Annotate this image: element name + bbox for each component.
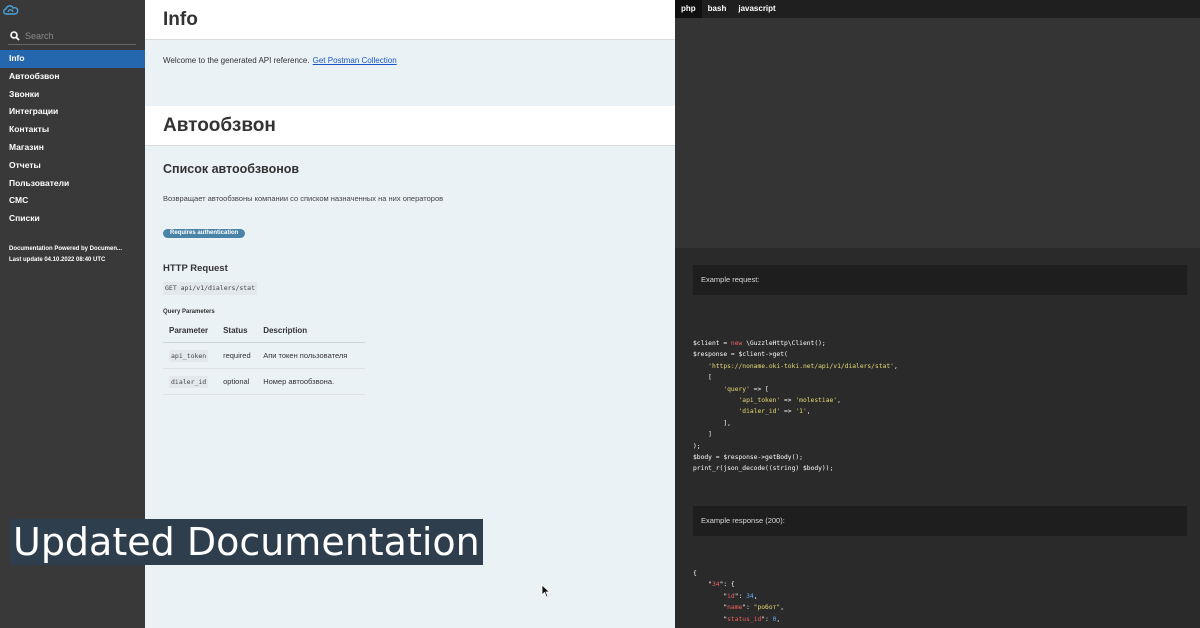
params-header-parameter: Parameter xyxy=(163,320,218,343)
params-table: Parameter Status Description api_token r… xyxy=(163,320,365,395)
example-request-label: Example request: xyxy=(693,265,1187,295)
mouse-cursor-icon xyxy=(541,584,551,598)
info-section-header: Info xyxy=(145,0,675,40)
endpoint-description: Возвращает автообзвоны компании со списк… xyxy=(163,194,444,203)
search-box xyxy=(8,28,136,45)
sidebar-item-sms[interactable]: СМС xyxy=(0,192,145,210)
param-status: required xyxy=(217,342,258,369)
sidebar-item-autodialer[interactable]: Автообзвон xyxy=(0,68,145,86)
sidebar-item-info[interactable]: Info xyxy=(0,50,145,68)
section-title: Автообзвон xyxy=(163,115,276,136)
sidebar-item-contacts[interactable]: Контакты xyxy=(0,121,145,139)
search-input[interactable] xyxy=(25,31,125,41)
postman-collection-link[interactable]: Get Postman Collection xyxy=(313,56,397,65)
example-response-label: Example response (200): xyxy=(693,506,1187,536)
code-panel-top xyxy=(675,18,1200,248)
auth-badge: Requires authentication xyxy=(163,229,246,238)
params-header-row: Parameter Status Description xyxy=(163,320,365,343)
sidebar-item-calls[interactable]: Звонки xyxy=(0,86,145,104)
autodialer-section-header: Автообзвон xyxy=(145,106,675,146)
sidebar-item-users[interactable]: Пользователи xyxy=(0,175,145,193)
caption-overlay: Updated Documentation xyxy=(10,519,483,565)
param-name: api_token xyxy=(169,349,209,362)
table-row: dialer_id optional Номер автообзвона. xyxy=(163,368,365,395)
params-header-status: Status xyxy=(217,320,258,343)
query-params-title: Query Parameters xyxy=(163,309,215,315)
param-description: Номер автообзвона. xyxy=(257,368,365,395)
powered-by-text[interactable]: Documentation Powered by Documen... xyxy=(9,244,141,255)
param-name: dialer_id xyxy=(169,375,209,388)
last-update-text: Last update 04.10.2022 08:40 UTC xyxy=(9,257,106,263)
params-header-description: Description xyxy=(257,320,365,343)
welcome-label: Welcome to the generated API reference. xyxy=(163,56,310,65)
example-request-code: $client = new \GuzzleHttp\Client(); $res… xyxy=(693,340,898,473)
welcome-text: Welcome to the generated API reference. G… xyxy=(163,56,397,65)
endpoint-title: Список автообзвонов xyxy=(163,162,300,176)
sidebar-item-reports[interactable]: Отчеты xyxy=(0,157,145,175)
info-title: Info xyxy=(163,9,198,30)
sidebar-nav: Info Автообзвон Звонки Интеграции Контак… xyxy=(0,50,145,228)
param-description: Апи токен пользователя xyxy=(257,342,365,369)
table-row: api_token required Апи токен пользовател… xyxy=(163,342,365,369)
tab-javascript[interactable]: javascript xyxy=(732,0,781,18)
tab-php[interactable]: php xyxy=(675,0,702,18)
example-response-code: { "34": { "id": 34, "name": "робот", "st… xyxy=(693,570,785,623)
param-name-cell: api_token xyxy=(163,342,218,369)
http-request-title: HTTP Request xyxy=(163,263,228,274)
sidebar-item-lists[interactable]: Списки xyxy=(0,210,145,228)
sidebar-item-shop[interactable]: Магазин xyxy=(0,139,145,157)
cloud-logo-icon[interactable] xyxy=(2,4,20,16)
sidebar-item-integrations[interactable]: Интеграции xyxy=(0,103,145,121)
language-tabs: php bash javascript xyxy=(675,0,1200,18)
param-name-cell: dialer_id xyxy=(163,368,218,395)
http-request-endpoint: GET api/v1/dialers/stat xyxy=(163,282,258,295)
tab-bash[interactable]: bash xyxy=(702,0,733,18)
sidebar-footer: Documentation Powered by Documen... Last… xyxy=(9,244,141,266)
search-icon xyxy=(10,31,20,41)
param-status: optional xyxy=(217,368,258,395)
